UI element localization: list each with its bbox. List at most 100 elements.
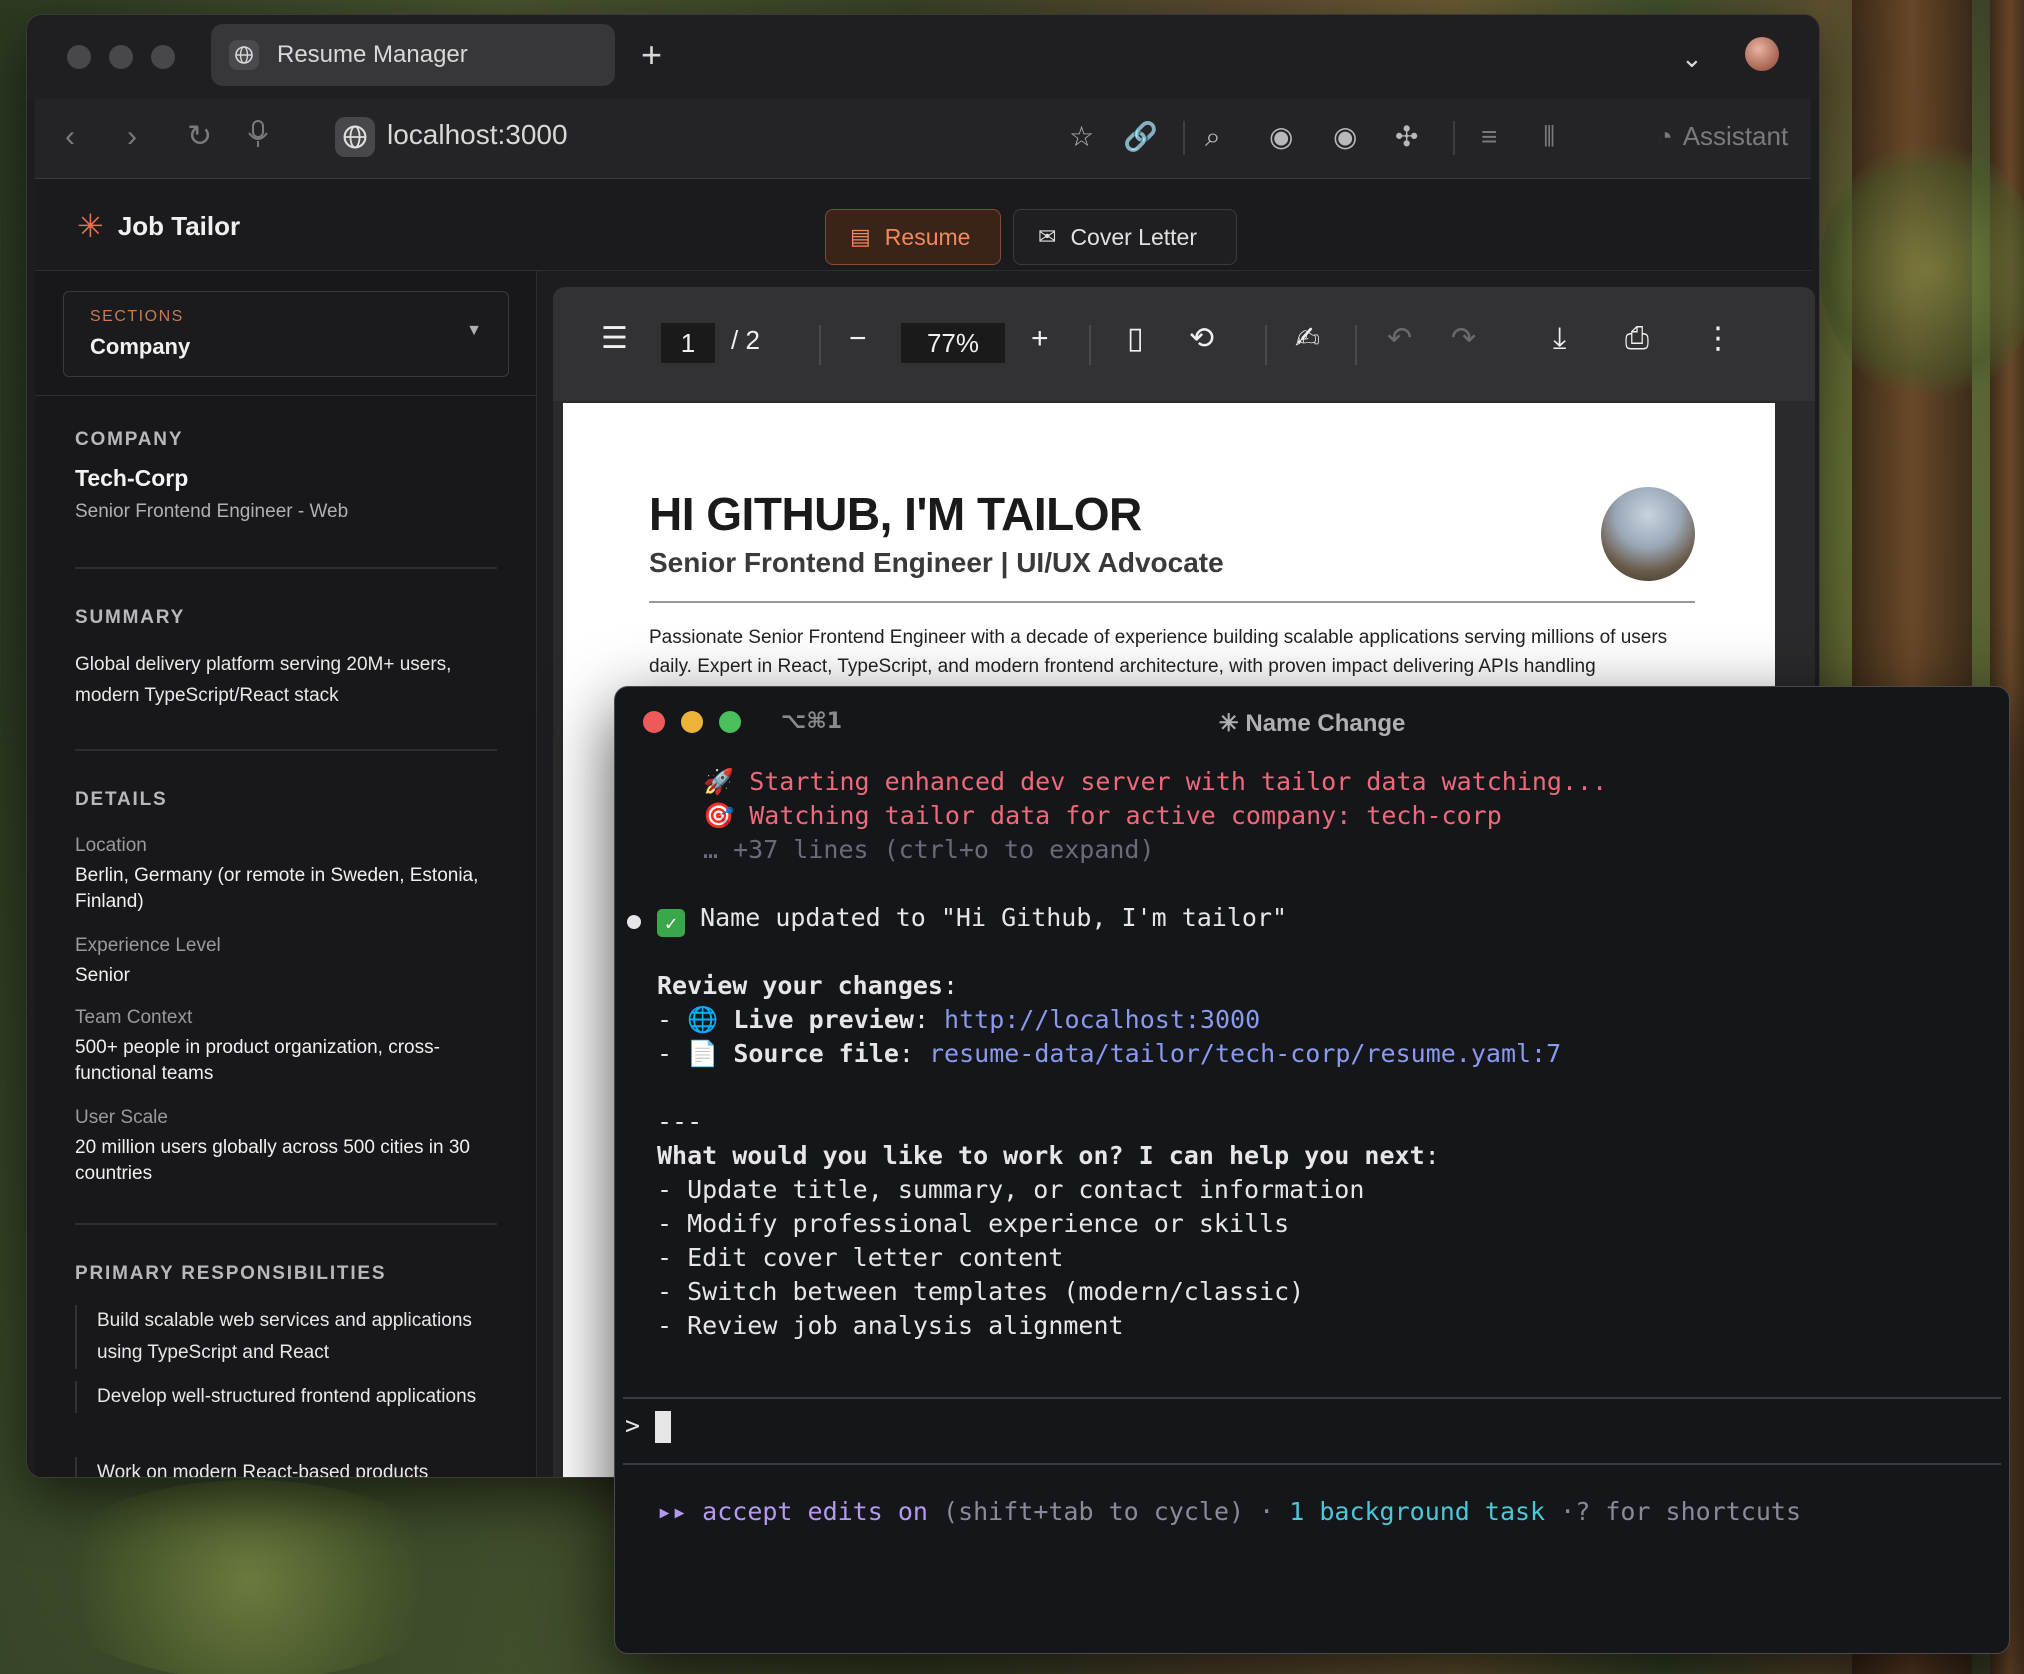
divider bbox=[649, 601, 1695, 603]
sections-sidebar[interactable]: SECTIONS Company ▼ COMPANY Tech-Corp Sen… bbox=[35, 271, 537, 1477]
tab-title: Resume Manager bbox=[277, 41, 468, 68]
extension-icon[interactable]: ◉ bbox=[1333, 119, 1357, 155]
navigation-toolbar: ‹ › ↻ localhost:3000 ☆ 🔗 ⌕ ◉ ◉ ✣ ≡ ⦀ ◔ As… bbox=[35, 99, 1811, 179]
log-line: 🎯 Watching tailor data for active compan… bbox=[703, 801, 1502, 830]
detail-value: Berlin, Germany (or remote in Sweden, Es… bbox=[75, 865, 479, 912]
redo-icon[interactable]: ↷ bbox=[1451, 321, 1476, 357]
hamburger-menu-icon[interactable]: ☰ bbox=[601, 321, 628, 357]
globe-icon bbox=[229, 40, 259, 70]
details-heading: DETAILS bbox=[75, 789, 168, 810]
review-heading: Review your changes: bbox=[657, 971, 959, 1000]
audio-waveform-icon[interactable]: ⦀ bbox=[1543, 119, 1555, 155]
window-close-button[interactable] bbox=[67, 45, 91, 69]
sections-label: SECTIONS bbox=[90, 308, 184, 325]
suggestion-item: - Edit cover letter content bbox=[657, 1243, 1064, 1272]
status-line: ▸▸ accept edits on (shift+tab to cycle) … bbox=[657, 1497, 1801, 1526]
page-number-input[interactable]: 1 bbox=[661, 323, 715, 363]
chevron-down-icon[interactable]: ⌄ bbox=[1681, 43, 1703, 74]
globe-icon: 🌐 bbox=[687, 1005, 719, 1034]
company-role: Senior Frontend Engineer - Web bbox=[75, 501, 349, 522]
window-zoom-button[interactable] bbox=[151, 45, 175, 69]
site-info-icon[interactable] bbox=[335, 117, 375, 157]
update-message: ✓ Name updated to "Hi Github, I'm tailor… bbox=[657, 903, 1287, 937]
visual-search-icon[interactable]: ⌕ bbox=[1205, 119, 1221, 155]
summary-heading: SUMMARY bbox=[75, 607, 186, 628]
target-icon: 🎯 bbox=[703, 801, 735, 830]
resume-tab-label: Resume bbox=[884, 223, 971, 250]
zoom-in-icon[interactable]: + bbox=[1031, 321, 1049, 357]
undo-icon[interactable]: ↶ bbox=[1387, 321, 1412, 357]
divider bbox=[75, 749, 497, 751]
rotate-icon[interactable]: ⟲ bbox=[1189, 321, 1214, 357]
fast-forward-icon: ▸▸ bbox=[657, 1497, 688, 1526]
envelope-icon: ✉ bbox=[1038, 224, 1057, 249]
profile-photo bbox=[1601, 487, 1695, 581]
detail-label: Experience Level bbox=[75, 935, 221, 956]
zoom-out-icon[interactable]: − bbox=[849, 321, 867, 357]
suggestion-item: - Modify professional experience or skil… bbox=[657, 1209, 1290, 1238]
cover-letter-tab-button[interactable]: ✉ Cover Letter bbox=[1013, 209, 1237, 265]
toolbar-separator bbox=[1183, 121, 1185, 155]
document-icon: ▤ bbox=[850, 224, 871, 249]
suggestion-item: - Update title, summary, or contact info… bbox=[657, 1175, 1365, 1204]
prompt-input[interactable]: > bbox=[625, 1411, 672, 1443]
background-foliage bbox=[40, 1480, 460, 1674]
assistant-button[interactable]: ◔ Assistant bbox=[1657, 121, 1788, 152]
source-file-link[interactable]: resume-data/tailor/tech-corp/resume.yaml… bbox=[929, 1039, 1561, 1068]
toolbar-separator bbox=[819, 325, 821, 365]
draw-signature-icon[interactable]: ✍ bbox=[1295, 321, 1320, 357]
toolbar-separator bbox=[1089, 325, 1091, 365]
background-task-status[interactable]: 1 background task bbox=[1289, 1497, 1545, 1526]
address-bar[interactable]: localhost:3000 bbox=[387, 119, 568, 151]
accept-edits-status[interactable]: accept edits on bbox=[702, 1497, 928, 1526]
new-tab-button[interactable]: + bbox=[641, 37, 662, 73]
microphone-icon[interactable] bbox=[247, 119, 269, 158]
divider bbox=[35, 395, 536, 396]
menu-lines-icon[interactable]: ≡ bbox=[1481, 119, 1497, 155]
profile-avatar[interactable] bbox=[1745, 37, 1779, 71]
terminal-window[interactable]: ⌥⌘1 ✳ Name Change 🚀 Starting enhanced de… bbox=[614, 686, 2010, 1654]
rocket-icon: 🚀 bbox=[703, 767, 735, 796]
collapsed-lines[interactable]: … +37 lines (ctrl+o to expand) bbox=[703, 835, 1155, 864]
reload-icon[interactable]: ↻ bbox=[187, 119, 212, 155]
browser-tab[interactable]: Resume Manager bbox=[211, 24, 615, 86]
company-name: Tech-Corp bbox=[75, 465, 189, 491]
link-icon[interactable]: 🔗 bbox=[1123, 119, 1158, 155]
sections-dropdown[interactable]: SECTIONS Company ▼ bbox=[63, 291, 509, 377]
puzzle-icon[interactable]: ✣ bbox=[1395, 119, 1418, 155]
suggestion-item: - Review job analysis alignment bbox=[657, 1311, 1124, 1340]
toolbar-separator bbox=[1453, 121, 1455, 155]
download-icon[interactable]: ⤓ bbox=[1553, 321, 1566, 357]
sparkle-logo-icon: ✳ bbox=[77, 208, 104, 244]
page-total: / 2 bbox=[731, 325, 760, 355]
zoom-level-input[interactable]: 77% bbox=[901, 323, 1005, 363]
live-preview-link[interactable]: http://localhost:3000 bbox=[944, 1005, 1260, 1034]
log-line: 🚀 Starting enhanced dev server with tail… bbox=[703, 767, 1608, 796]
detail-label: Location bbox=[75, 835, 147, 856]
bookmark-star-icon[interactable]: ☆ bbox=[1069, 119, 1094, 155]
prompt-symbol: > bbox=[625, 1411, 641, 1440]
background-foliage bbox=[1820, 140, 2024, 400]
responsibility-item: Develop well-structured frontend applica… bbox=[75, 1381, 485, 1413]
fit-page-icon[interactable]: ▯ bbox=[1127, 321, 1144, 357]
forward-arrow-icon[interactable]: › bbox=[127, 119, 137, 155]
toolbar-separator bbox=[1355, 325, 1357, 365]
sections-value: Company bbox=[90, 334, 191, 359]
extension-icon[interactable]: ◉ bbox=[1269, 119, 1293, 155]
next-heading: What would you like to work on? I can he… bbox=[657, 1141, 1440, 1170]
terminal-title: ✳ Name Change bbox=[1218, 710, 1406, 737]
resume-tab-button[interactable]: ▤ Resume bbox=[825, 209, 1001, 265]
app-header: ✳ Job Tailor ▤ Resume ✉ Cover Letter bbox=[35, 179, 1811, 271]
resume-summary: Passionate Senior Frontend Engineer with… bbox=[649, 627, 1668, 677]
resume-role: Senior Frontend Engineer | UI/UX Advocat… bbox=[649, 547, 1224, 578]
print-icon[interactable]: ⎙ bbox=[1625, 321, 1649, 357]
back-arrow-icon[interactable]: ‹ bbox=[65, 119, 75, 155]
source-file-line: - 📄 Source file: resume-data/tailor/tech… bbox=[657, 1039, 1562, 1068]
divider bbox=[75, 567, 497, 569]
window-minimize-button[interactable] bbox=[109, 45, 133, 69]
more-vertical-icon[interactable]: ⋮ bbox=[1703, 321, 1733, 357]
check-mark-icon: ✓ bbox=[657, 909, 685, 937]
assistant-icon: ◔ bbox=[1657, 121, 1673, 151]
toolbar-separator bbox=[1265, 325, 1267, 365]
live-preview-line: - 🌐 Live preview: http://localhost:3000 bbox=[657, 1005, 1261, 1034]
